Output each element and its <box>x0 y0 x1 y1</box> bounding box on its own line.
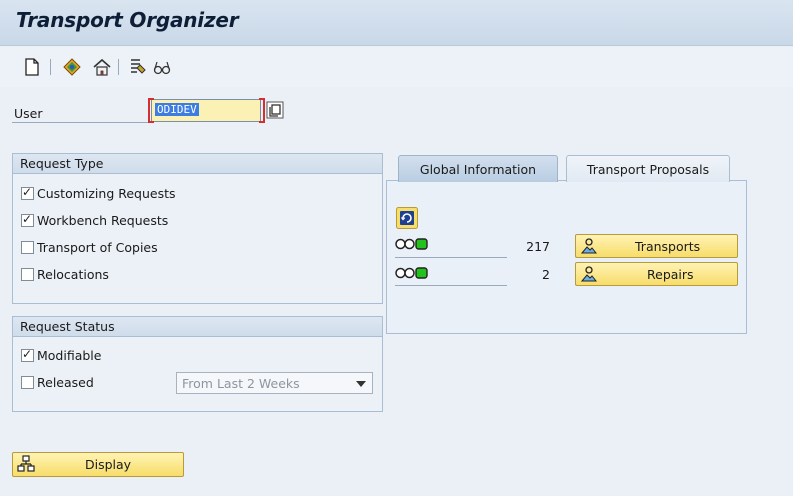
display-change-icon[interactable] <box>62 57 82 77</box>
checkbox-box[interactable] <box>21 375 34 389</box>
repairs-count: 2 <box>542 267 550 282</box>
copy-icon[interactable] <box>266 101 284 119</box>
new-document-icon[interactable] <box>22 57 42 77</box>
checkbox-label: Modifiable <box>37 347 102 363</box>
checkbox-box[interactable] <box>21 240 34 254</box>
title-bar: Transport Organizer <box>0 0 793 46</box>
tab-label: Transport Proposals <box>586 162 710 177</box>
repairs-button-label: Repairs <box>647 267 694 282</box>
row-underline <box>395 257 507 258</box>
checkbox-box[interactable] <box>21 185 34 200</box>
transports-button[interactable]: Transports <box>575 234 738 258</box>
checkbox-customizing-requests[interactable]: Customizing Requests <box>21 184 176 202</box>
checkbox-box[interactable] <box>21 267 34 281</box>
checkbox-label: Released <box>37 374 94 390</box>
request-status-title: Request Status <box>13 317 382 337</box>
repairs-button[interactable]: Repairs <box>575 262 738 286</box>
traffic-light-icon <box>395 238 428 250</box>
display-button[interactable]: Display <box>12 452 184 477</box>
tab-transport-proposals[interactable]: Transport Proposals <box>566 155 730 182</box>
period-select[interactable]: From Last 2 Weeks <box>176 372 373 394</box>
checkbox-label: Relocations <box>37 266 109 282</box>
checkbox-label: Workbench Requests <box>37 212 169 228</box>
traffic-light-icon <box>395 267 428 279</box>
required-marker-left <box>148 98 154 123</box>
chevron-down-icon[interactable] <box>356 381 366 387</box>
checkbox-modifiable[interactable]: Modifiable <box>21 346 101 364</box>
label-underline <box>12 122 148 123</box>
row-underline <box>395 285 507 286</box>
hierarchy-icon <box>17 455 35 472</box>
user-label: User <box>14 106 43 121</box>
filter-icon[interactable] <box>128 57 148 77</box>
toolbar-separator <box>118 59 119 75</box>
checkbox-transport-of-copies[interactable]: Transport of Copies <box>21 238 158 256</box>
checkbox-relocations[interactable]: Relocations <box>21 265 109 283</box>
transport-icon[interactable] <box>92 57 112 77</box>
toolbar-separator <box>50 59 51 75</box>
transports-count: 217 <box>526 239 550 254</box>
user-input-value: ODIDEV <box>155 103 199 116</box>
tab-label: Global Information <box>419 162 537 177</box>
checkbox-box[interactable] <box>21 347 34 362</box>
required-marker-right <box>259 98 265 123</box>
user-input[interactable]: ODIDEV <box>151 99 261 122</box>
period-select-value: From Last 2 Weeks <box>182 376 300 391</box>
display-button-label: Display <box>85 457 132 472</box>
transport-user-icon <box>580 238 598 254</box>
request-status-group: Request Status Modifiable Released <box>12 316 383 412</box>
glasses-icon[interactable] <box>152 57 172 77</box>
checkbox-workbench-requests[interactable]: Workbench Requests <box>21 211 168 229</box>
toolbar <box>0 47 793 87</box>
tab-global-information[interactable]: Global Information <box>398 155 558 182</box>
request-type-title: Request Type <box>13 154 382 174</box>
checkbox-box[interactable] <box>21 212 34 227</box>
transports-button-label: Transports <box>635 239 701 254</box>
refresh-icon[interactable] <box>396 207 418 229</box>
request-type-group: Request Type Customizing Requests Workbe… <box>12 153 383 304</box>
checkbox-label: Customizing Requests <box>37 185 176 201</box>
checkbox-released[interactable]: Released <box>21 373 94 391</box>
checkbox-label: Transport of Copies <box>37 239 158 255</box>
repair-user-icon <box>580 266 598 282</box>
page-title: Transport Organizer <box>16 8 239 32</box>
